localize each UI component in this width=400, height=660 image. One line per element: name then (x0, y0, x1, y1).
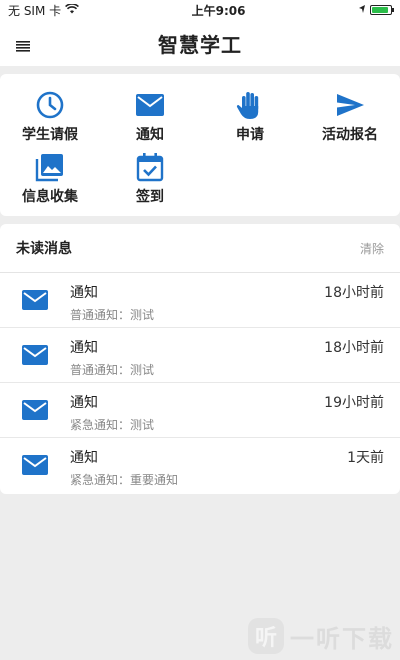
message-time: 18小时前 (324, 285, 384, 301)
send-icon (337, 94, 364, 116)
message-preview: 紧急通知：重要通知 (70, 473, 179, 487)
message-item[interactable]: 通知 18小时前 普通通知：测试 (0, 273, 400, 328)
message-body: 通知 18小时前 普通通知：测试 (70, 282, 384, 323)
message-name: 通知 (70, 340, 98, 356)
feature-label: 学生请假 (22, 127, 78, 143)
mail-icon (136, 94, 164, 116)
status-bar: 无 SIM 卡 上午9:06 (0, 0, 400, 20)
message-preview: 紧急通知：测试 (70, 418, 155, 432)
feature-check-in[interactable]: 签到 (100, 148, 200, 206)
feature-grid: 学生请假 通知 申请 活动报名 信息收集 签到 (0, 74, 400, 216)
message-preview: 普通通知：测试 (70, 308, 155, 322)
feature-label: 信息收集 (22, 189, 78, 205)
status-right (358, 3, 394, 17)
spacer (0, 66, 400, 74)
message-body: 通知 1天前 紧急通知：重要通知 (70, 447, 384, 488)
message-body: 通知 18小时前 普通通知：测试 (70, 337, 384, 378)
message-name: 通知 (70, 395, 98, 411)
message-top: 通知 18小时前 (70, 282, 384, 302)
spacer (0, 216, 400, 224)
mail-icon (22, 400, 48, 420)
unread-messages-title: 未读消息 (16, 241, 72, 257)
clock-icon (36, 91, 64, 119)
status-left: 无 SIM 卡 (8, 2, 80, 19)
message-top: 通知 1天前 (70, 447, 384, 467)
feature-activity-signup[interactable]: 活动报名 (300, 86, 400, 148)
mail-icon (22, 345, 48, 365)
message-time: 1天前 (347, 450, 384, 466)
feature-notice[interactable]: 通知 (100, 86, 200, 148)
gallery-icon (35, 154, 63, 182)
feature-label: 申请 (236, 127, 264, 143)
hamburger-menu-icon[interactable] (16, 37, 30, 56)
battery-level (372, 7, 389, 13)
message-body: 通知 19小时前 紧急通知：测试 (70, 392, 384, 433)
mail-icon (22, 290, 48, 310)
feature-label: 活动报名 (322, 127, 378, 143)
hand-icon (236, 92, 259, 119)
feature-student-leave[interactable]: 学生请假 (0, 86, 100, 148)
feature-info-collect[interactable]: 信息收集 (0, 148, 100, 206)
message-item[interactable]: 通知 1天前 紧急通知：重要通知 (0, 438, 400, 493)
calendar-check-icon (136, 153, 164, 182)
status-time: 上午9:06 (191, 3, 246, 18)
message-time: 18小时前 (324, 340, 384, 356)
unread-messages-header: 未读消息 清除 (0, 224, 400, 273)
clear-button[interactable]: 清除 (360, 240, 384, 257)
carrier-label: 无 SIM 卡 (8, 3, 62, 18)
mail-icon (22, 455, 48, 475)
message-time: 19小时前 (324, 395, 384, 411)
message-item[interactable]: 通知 19小时前 紧急通知：测试 (0, 383, 400, 438)
message-name: 通知 (70, 450, 98, 466)
message-top: 通知 19小时前 (70, 392, 384, 412)
watermark-text: 一听下载 (290, 624, 394, 653)
battery-icon (370, 5, 394, 15)
message-name: 通知 (70, 285, 98, 301)
watermark-logo: 听 (248, 618, 284, 654)
unread-messages-panel: 未读消息 清除 通知 18小时前 普通通知：测试 通知 18小时前 普通通知：测… (0, 224, 400, 494)
message-item[interactable]: 通知 18小时前 普通通知：测试 (0, 328, 400, 383)
message-top: 通知 18小时前 (70, 337, 384, 357)
app-header: 智慧学工 (0, 20, 400, 66)
message-preview: 普通通知：测试 (70, 363, 155, 377)
feature-label: 通知 (136, 127, 164, 143)
feature-label: 签到 (136, 189, 164, 205)
watermark: 听 一听下载 (248, 618, 394, 654)
location-icon (358, 3, 366, 17)
feature-apply[interactable]: 申请 (200, 86, 300, 148)
page-title: 智慧学工 (158, 32, 242, 57)
wifi-icon (65, 3, 80, 17)
